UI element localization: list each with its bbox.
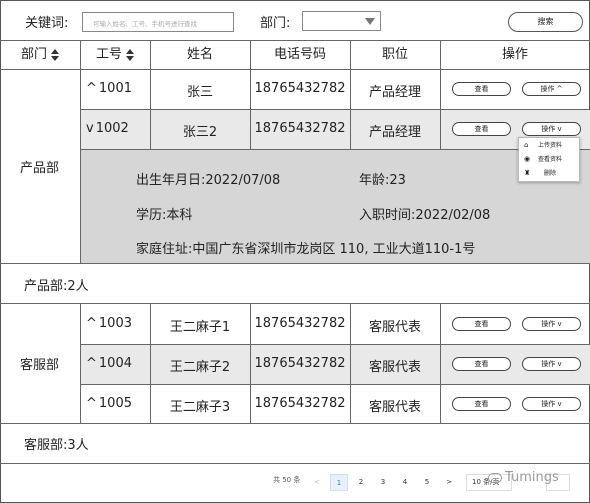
- search-button[interactable]: 搜索: [508, 12, 583, 32]
- menu-item-upload[interactable]: ⌂ 上传资料: [519, 140, 581, 152]
- employee-id[interactable]: ^ 1005: [86, 396, 132, 411]
- caret-down-icon: [365, 18, 375, 25]
- employee-name: 王二麻子2: [169, 360, 231, 375]
- employee-position: 客服代表: [368, 360, 421, 375]
- pagination-total: 共 50 条: [273, 476, 301, 484]
- employee-name: 张三: [186, 85, 213, 100]
- employee-name: 王二麻子3: [169, 400, 231, 415]
- watermark-text: Tumings: [505, 470, 559, 485]
- menu-item-label: 查看资料: [537, 156, 562, 163]
- column-header-id[interactable]: 工号: [80, 41, 150, 69]
- group-summary: 产品部:2人: [24, 279, 89, 294]
- id-text: 1002: [95, 121, 129, 136]
- id-text: 1001: [98, 81, 132, 96]
- divider: [0, 69, 590, 70]
- detail-birth: 出生年月日:2022/07/08: [136, 173, 281, 188]
- column-header-position: 职位: [381, 47, 408, 62]
- employee-name: 王二麻子1: [169, 320, 231, 335]
- sort-icon[interactable]: [51, 48, 59, 61]
- watermark: Tumings: [488, 470, 559, 485]
- employee-position: 产品经理: [368, 125, 421, 140]
- prev-page-button[interactable]: <: [308, 474, 326, 491]
- page-button-3[interactable]: 3: [374, 474, 392, 491]
- id-text: 1004: [98, 356, 132, 371]
- employee-position: 客服代表: [368, 400, 421, 415]
- view-button[interactable]: 查看: [452, 122, 511, 136]
- menu-item-delete[interactable]: ♜ 删除: [519, 168, 581, 180]
- actions-dropdown-button[interactable]: 操作 v: [522, 397, 581, 411]
- menu-item-label: 删除: [543, 170, 556, 177]
- chevron-down-icon[interactable]: v: [86, 121, 94, 136]
- column-header-label: 工号: [95, 47, 122, 62]
- employee-position: 产品经理: [368, 85, 421, 100]
- column-header-dept[interactable]: 部门: [0, 41, 80, 69]
- search-bar: 关键词: 可输入姓名、工号、手机号进行查找 部门: 搜索: [0, 0, 590, 40]
- divider: [440, 69, 441, 150]
- actions-dropdown-button[interactable]: 操作 v: [522, 357, 581, 371]
- chevron-up-icon[interactable]: ^: [86, 356, 97, 371]
- page-button-2[interactable]: 2: [352, 474, 370, 491]
- divider: [80, 384, 590, 385]
- divider: [0, 423, 590, 424]
- employee-id[interactable]: ^ 1004: [86, 356, 132, 371]
- chevron-up-icon[interactable]: ^: [86, 396, 97, 411]
- column-header-label: 部门: [20, 47, 47, 62]
- view-button[interactable]: 查看: [452, 317, 511, 331]
- employee-phone: 18765432782: [254, 396, 346, 411]
- dept-filter-label: 部门:: [260, 16, 291, 31]
- employee-phone: 18765432782: [254, 81, 346, 96]
- group-summary: 客服部:3人: [24, 438, 89, 453]
- employee-phone: 18765432782: [254, 356, 346, 371]
- detail-address: 家庭住址:中国广东省深圳市龙岗区 110, 工业大道110-1号: [136, 242, 476, 257]
- column-header-name: 姓名: [186, 47, 213, 62]
- view-button[interactable]: 查看: [452, 357, 511, 371]
- dept-name: 客服部: [20, 358, 60, 373]
- wechat-icon: [488, 472, 502, 483]
- view-button[interactable]: 查看: [452, 397, 511, 411]
- actions-dropdown-button[interactable]: 操作 v: [522, 122, 581, 136]
- actions-dropdown-button[interactable]: 操作 v: [522, 317, 581, 331]
- employee-name: 张三2: [182, 125, 218, 140]
- keyword-label: 关键词:: [25, 16, 69, 31]
- next-page-button[interactable]: >: [440, 474, 458, 491]
- employee-phone: 18765432782: [254, 316, 346, 331]
- page-button-5[interactable]: 5: [418, 474, 436, 491]
- view-button[interactable]: 查看: [452, 82, 511, 96]
- menu-item-label: 上传资料: [537, 142, 562, 149]
- dept-select[interactable]: [302, 11, 381, 31]
- divider: [80, 303, 81, 423]
- menu-item-view-info[interactable]: ◉ 查看资料: [519, 154, 581, 166]
- chevron-up-icon[interactable]: ^: [86, 316, 97, 331]
- employee-position: 客服代表: [368, 320, 421, 335]
- employee-phone: 18765432782: [254, 121, 346, 136]
- divider: [0, 463, 590, 464]
- page-button-4[interactable]: 4: [396, 474, 414, 491]
- chevron-up-icon[interactable]: ^: [86, 81, 97, 96]
- dept-name: 产品部: [20, 161, 60, 176]
- page-button-1[interactable]: 1: [330, 474, 348, 491]
- detail-age: 年龄:23: [359, 173, 406, 188]
- id-text: 1005: [98, 396, 132, 411]
- employee-id[interactable]: ^ 1001: [86, 81, 132, 96]
- employee-id[interactable]: v 1002: [86, 121, 129, 136]
- divider: [0, 303, 590, 304]
- employee-id[interactable]: ^ 1003: [86, 316, 132, 331]
- detail-hire-date: 入职时间:2022/02/08: [359, 208, 491, 223]
- divider: [440, 303, 441, 423]
- sort-icon[interactable]: [126, 48, 134, 61]
- column-header-phone: 电话号码: [273, 47, 326, 62]
- actions-dropdown-menu: ⌂ 上传资料 ◉ 查看资料 ♜ 删除: [518, 137, 580, 182]
- divider: [80, 69, 81, 263]
- id-text: 1003: [98, 316, 132, 331]
- actions-dropdown-button[interactable]: 操作 ^: [522, 82, 581, 96]
- keyword-input[interactable]: 可输入姓名、工号、手机号进行查找: [82, 12, 234, 32]
- column-header-actions: 操作: [501, 47, 528, 62]
- detail-education: 学历:本科: [136, 208, 193, 223]
- divider: [0, 263, 590, 264]
